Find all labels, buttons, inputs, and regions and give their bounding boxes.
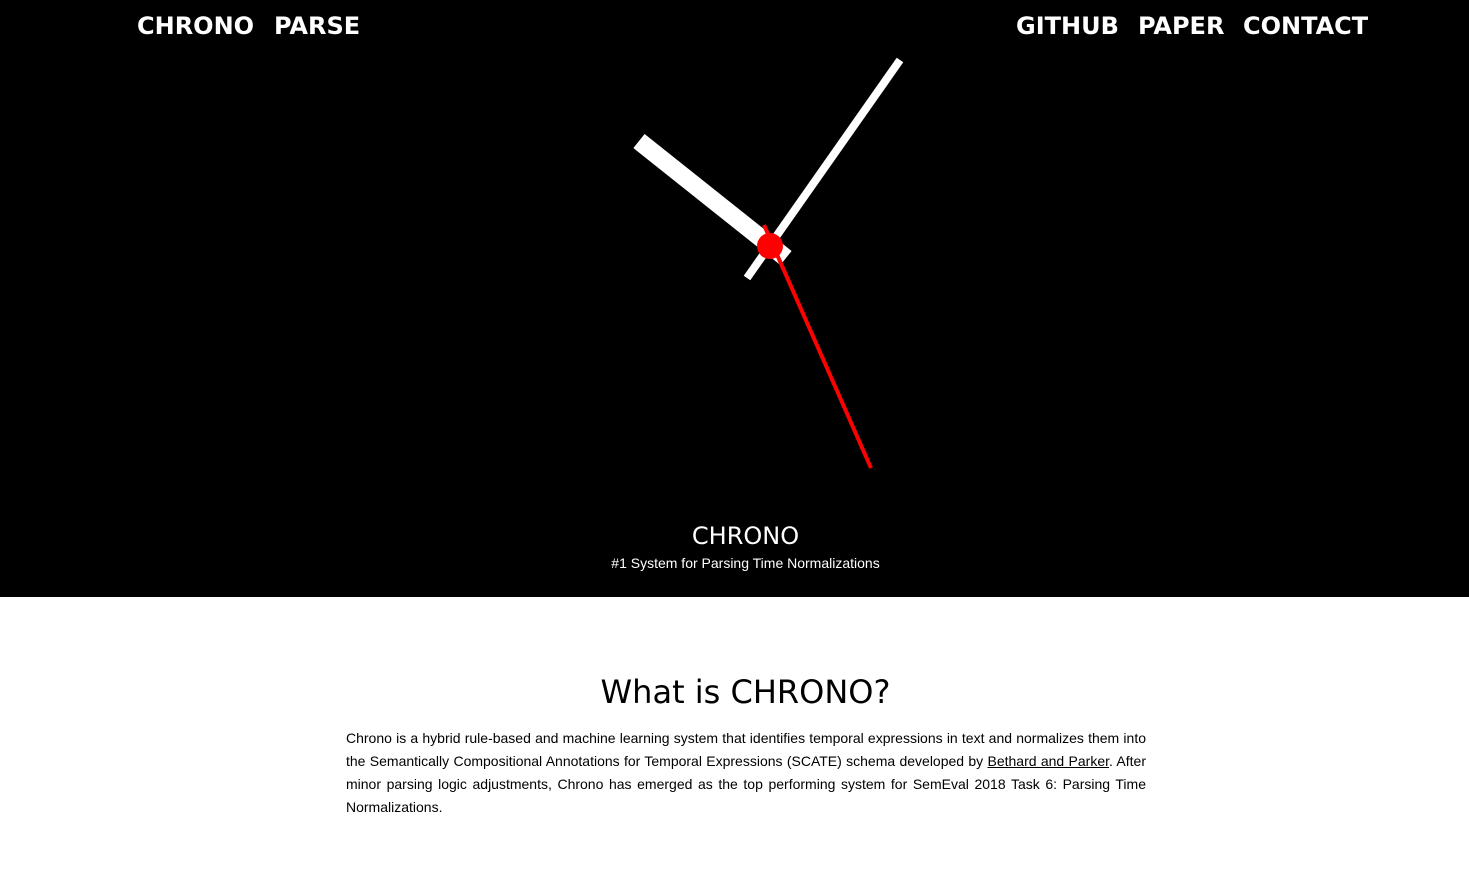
clock-icon (633, 57, 904, 469)
about-heading: What is CHRONO? (600, 673, 891, 711)
about-section: What is CHRONO? Chrono is a hybrid rule-… (0, 597, 1469, 875)
clock-second-hand (762, 224, 873, 469)
clock-center-pin (757, 233, 783, 259)
hero-title: CHRONO (691, 522, 800, 550)
hero-section: CHRONO PARSE GITHUB PAPER CONTACT CHRONO… (0, 0, 1469, 597)
about-paragraph: Chrono is a hybrid rule-based and machin… (346, 727, 1146, 819)
hero-subtitle: #1 System for Parsing Time Normalization… (611, 555, 880, 571)
bethard-parker-link[interactable]: Bethard and Parker (988, 753, 1110, 769)
